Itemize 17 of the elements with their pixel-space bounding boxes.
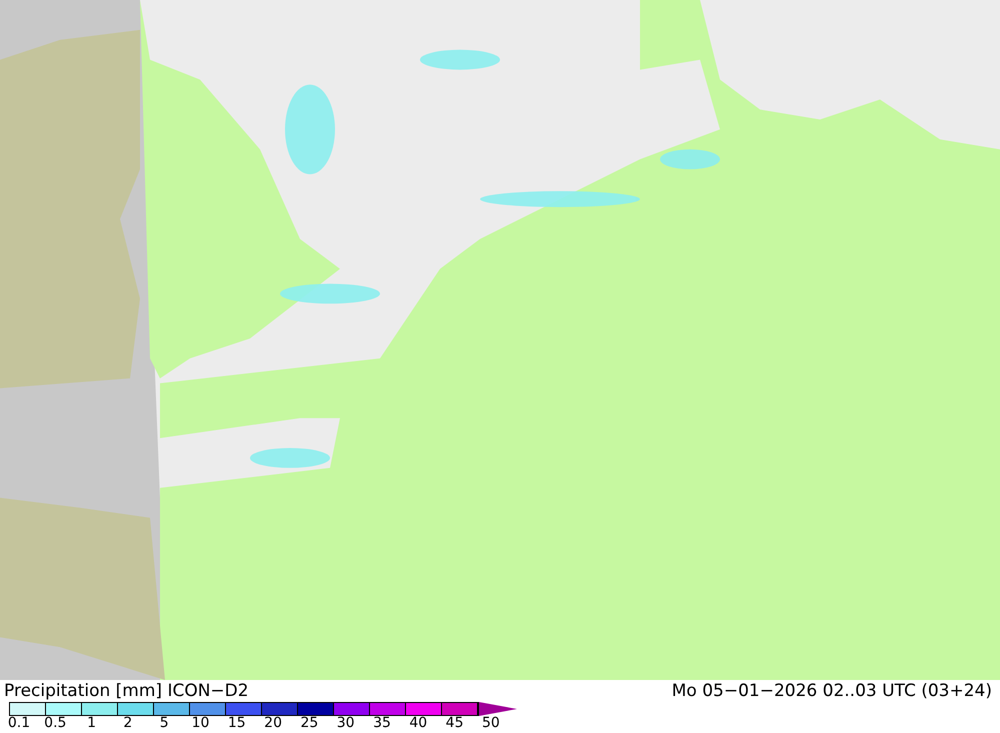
legend-tick-label: 45 xyxy=(446,716,464,731)
chart-title: Precipitation [mm] ICON−D2 xyxy=(4,681,249,701)
legend-tick-label: 25 xyxy=(300,716,318,731)
valid-time: Mo 05−01−2026 02..03 UTC (03+24) xyxy=(672,681,992,701)
legend-tick-label: 15 xyxy=(228,716,246,731)
legend-tick-label: 0.1 xyxy=(8,716,30,731)
legend-tick-label: 1 xyxy=(87,716,96,731)
legend-tick-label: 35 xyxy=(373,716,391,731)
legend-tick-label: 40 xyxy=(409,716,428,731)
legend-tick-label: 50 xyxy=(482,716,500,731)
legend-tick-label: 20 xyxy=(264,716,282,731)
legend-tick-label: 5 xyxy=(160,716,169,731)
legend-tick-label: 10 xyxy=(192,716,210,731)
legend-arrow-icon xyxy=(479,702,517,716)
legend-tick-label: 2 xyxy=(123,716,132,731)
legend-tick-label: 0.5 xyxy=(44,716,66,731)
legend-tick-label: 30 xyxy=(336,716,355,731)
